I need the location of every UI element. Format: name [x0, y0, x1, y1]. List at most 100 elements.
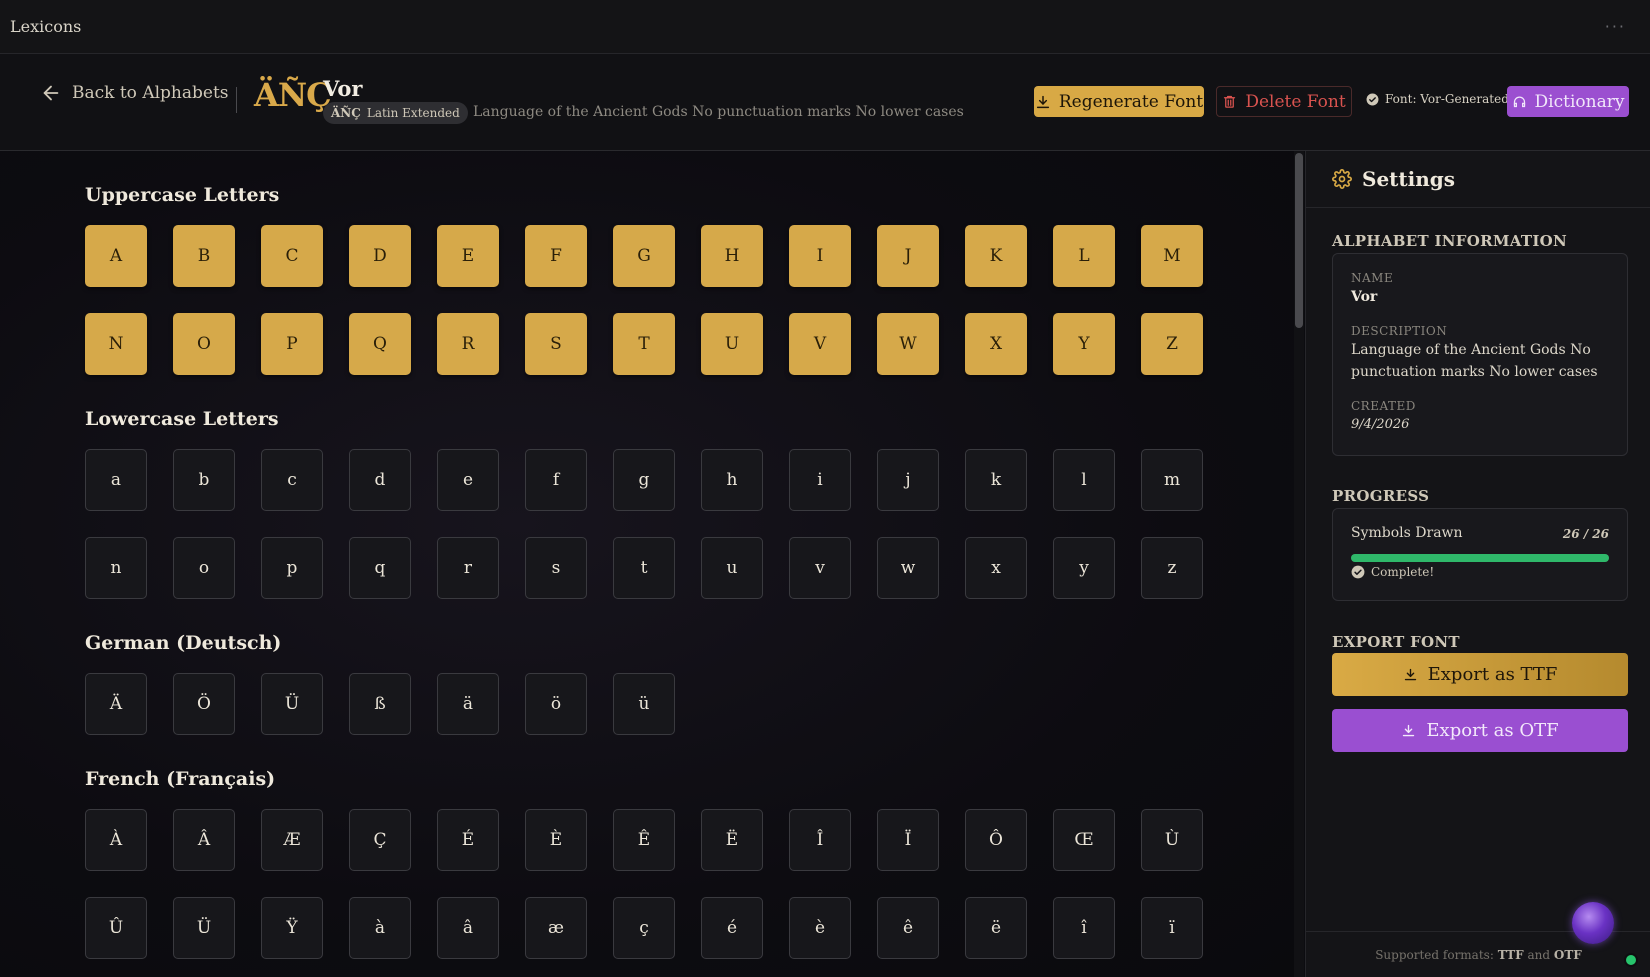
character-key[interactable]: r — [437, 537, 499, 599]
character-key[interactable]: Ç — [349, 809, 411, 871]
character-key[interactable]: À — [85, 809, 147, 871]
character-key[interactable]: Ô — [965, 809, 1027, 871]
character-key[interactable]: à — [349, 897, 411, 959]
assistant-orb-button[interactable] — [1572, 902, 1614, 944]
character-key[interactable]: J — [877, 225, 939, 287]
character-key[interactable]: O — [173, 313, 235, 375]
settings-sidebar: Settings ALPHABET INFORMATION NAME Vor D… — [1305, 151, 1650, 977]
character-key[interactable]: ö — [525, 673, 587, 735]
character-key[interactable]: t — [613, 537, 675, 599]
back-to-alphabets-link[interactable]: Back to Alphabets — [40, 82, 229, 104]
character-key[interactable]: K — [965, 225, 1027, 287]
character-key[interactable]: N — [85, 313, 147, 375]
character-key[interactable]: X — [965, 313, 1027, 375]
character-key[interactable]: ü — [613, 673, 675, 735]
character-key[interactable]: I — [789, 225, 851, 287]
character-key[interactable]: C — [261, 225, 323, 287]
character-key[interactable]: v — [789, 537, 851, 599]
character-key[interactable]: é — [701, 897, 763, 959]
character-key[interactable]: Z — [1141, 313, 1203, 375]
character-key[interactable]: s — [525, 537, 587, 599]
character-key[interactable]: p — [261, 537, 323, 599]
character-key[interactable]: ä — [437, 673, 499, 735]
character-key[interactable]: y — [1053, 537, 1115, 599]
character-key[interactable]: g — [613, 449, 675, 511]
character-key[interactable]: È — [525, 809, 587, 871]
character-key[interactable]: ß — [349, 673, 411, 735]
character-key[interactable]: Æ — [261, 809, 323, 871]
character-key[interactable]: ë — [965, 897, 1027, 959]
character-key[interactable]: j — [877, 449, 939, 511]
export-ttf-button[interactable]: Export as TTF — [1332, 653, 1628, 696]
character-key[interactable]: è — [789, 897, 851, 959]
character-key[interactable]: e — [437, 449, 499, 511]
character-key[interactable]: k — [965, 449, 1027, 511]
character-key[interactable]: Ä — [85, 673, 147, 735]
character-key[interactable]: æ — [525, 897, 587, 959]
more-menu-icon[interactable]: ··· — [1605, 17, 1640, 36]
character-key[interactable]: d — [349, 449, 411, 511]
character-key[interactable]: Ÿ — [261, 897, 323, 959]
character-key[interactable]: Œ — [1053, 809, 1115, 871]
regenerate-font-button[interactable]: Regenerate Font — [1034, 86, 1204, 117]
character-key[interactable]: n — [85, 537, 147, 599]
character-key[interactable]: f — [525, 449, 587, 511]
character-key[interactable]: u — [701, 537, 763, 599]
character-key[interactable]: ç — [613, 897, 675, 959]
character-key[interactable]: E — [437, 225, 499, 287]
character-key[interactable]: î — [1053, 897, 1115, 959]
character-key[interactable]: ï — [1141, 897, 1203, 959]
character-key[interactable]: M — [1141, 225, 1203, 287]
character-key[interactable]: â — [437, 897, 499, 959]
character-key[interactable]: T — [613, 313, 675, 375]
character-key[interactable]: P — [261, 313, 323, 375]
character-key[interactable]: w — [877, 537, 939, 599]
character-key[interactable]: l — [1053, 449, 1115, 511]
character-key[interactable]: q — [349, 537, 411, 599]
character-key[interactable]: Ù — [1141, 809, 1203, 871]
character-key[interactable]: Y — [1053, 313, 1115, 375]
name-value: Vor — [1351, 289, 1378, 305]
character-key[interactable]: V — [789, 313, 851, 375]
character-key[interactable]: L — [1053, 225, 1115, 287]
character-key[interactable]: Ë — [701, 809, 763, 871]
character-key[interactable]: A — [85, 225, 147, 287]
character-key[interactable]: Q — [349, 313, 411, 375]
character-key[interactable]: W — [877, 313, 939, 375]
character-key[interactable]: z — [1141, 537, 1203, 599]
main-scrollbar-thumb[interactable] — [1295, 153, 1303, 328]
character-key[interactable]: B — [173, 225, 235, 287]
character-key[interactable]: c — [261, 449, 323, 511]
character-key[interactable]: R — [437, 313, 499, 375]
character-key[interactable]: ê — [877, 897, 939, 959]
character-key[interactable]: Ï — [877, 809, 939, 871]
symbols-drawn-label: Symbols Drawn — [1351, 525, 1463, 541]
character-key[interactable]: Â — [173, 809, 235, 871]
character-key[interactable]: a — [85, 449, 147, 511]
delete-font-button[interactable]: Delete Font — [1216, 86, 1352, 117]
character-key[interactable]: Ö — [173, 673, 235, 735]
character-key[interactable]: Ü — [173, 897, 235, 959]
character-key[interactable]: Û — [85, 897, 147, 959]
gear-icon — [1332, 169, 1352, 189]
app-bar: Lexicons ··· — [0, 0, 1650, 54]
character-key[interactable]: b — [173, 449, 235, 511]
character-key[interactable]: F — [525, 225, 587, 287]
character-key[interactable]: U — [701, 313, 763, 375]
export-otf-button[interactable]: Export as OTF — [1332, 709, 1628, 752]
progress-heading: PROGRESS — [1332, 487, 1430, 505]
dictionary-button[interactable]: Dictionary — [1507, 86, 1629, 117]
character-key[interactable]: o — [173, 537, 235, 599]
character-key[interactable]: G — [613, 225, 675, 287]
character-key[interactable]: Ê — [613, 809, 675, 871]
character-key[interactable]: É — [437, 809, 499, 871]
character-key[interactable]: m — [1141, 449, 1203, 511]
character-key[interactable]: Î — [789, 809, 851, 871]
character-key[interactable]: H — [701, 225, 763, 287]
character-key[interactable]: x — [965, 537, 1027, 599]
character-key[interactable]: Ü — [261, 673, 323, 735]
character-key[interactable]: h — [701, 449, 763, 511]
character-key[interactable]: D — [349, 225, 411, 287]
character-key[interactable]: i — [789, 449, 851, 511]
character-key[interactable]: S — [525, 313, 587, 375]
